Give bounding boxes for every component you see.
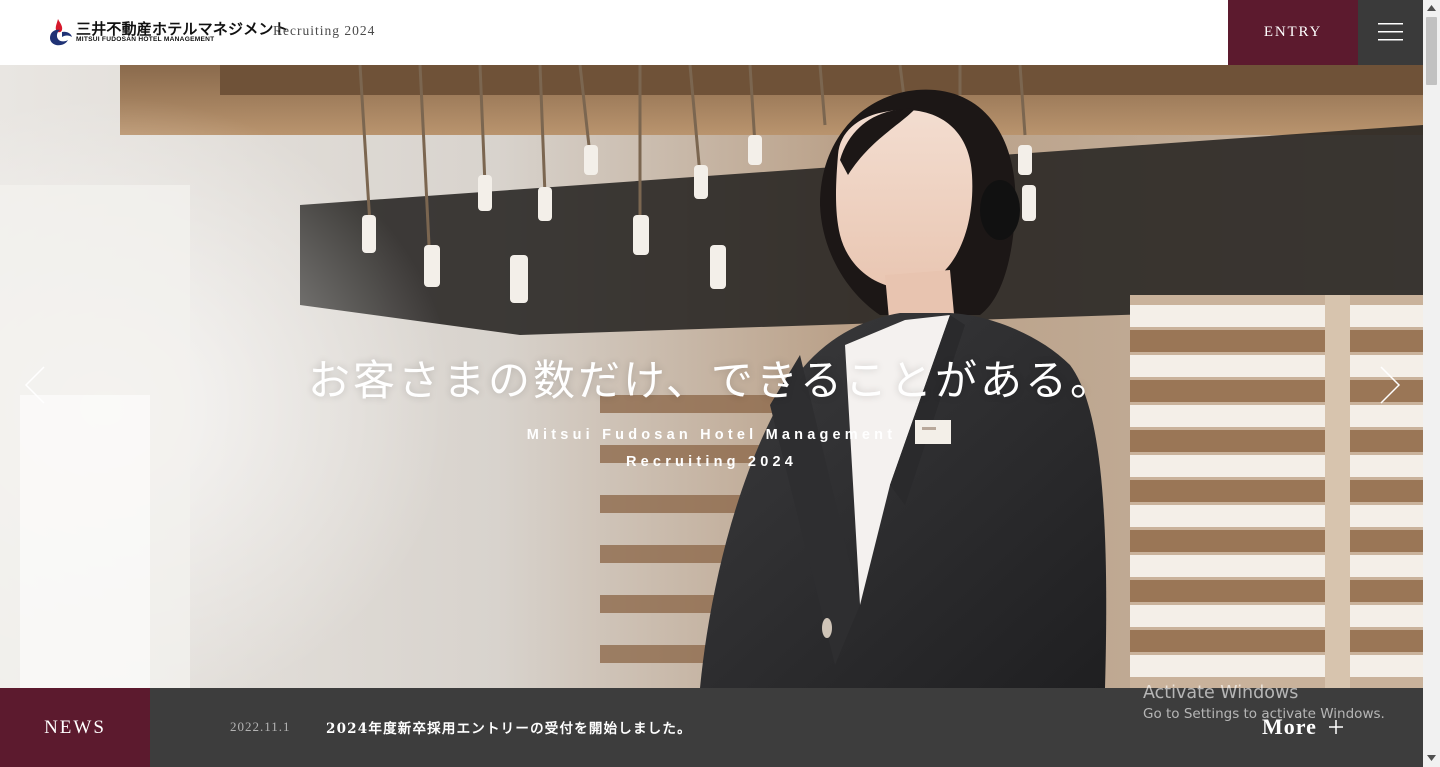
site-header: 三井不動産ホテルマネジメント MITSUI FUDOSAN HOTEL MANA… (0, 0, 1423, 65)
news-more-label: More (1262, 714, 1317, 739)
news-heading: NEWS (0, 688, 150, 767)
scroll-up-button[interactable] (1423, 0, 1440, 17)
slider-next-button[interactable] (1377, 365, 1403, 405)
news-heading-text: NEWS (44, 716, 106, 738)
chevron-right-icon (1380, 366, 1401, 404)
scroll-up-arrow-icon (1427, 5, 1436, 11)
hero-subtitle-recruiting: Recruiting 2024 (626, 454, 797, 470)
news-more-link[interactable]: More (1262, 712, 1343, 742)
news-date: 2022.11.1 (230, 719, 291, 734)
plus-icon (1328, 720, 1343, 734)
hero-slider: お客さまの数だけ、できることがある。 Mitsui Fudosan Hotel … (0, 65, 1423, 688)
menu-button[interactable] (1358, 0, 1423, 65)
logo-english-text: MITSUI FUDOSAN HOTEL MANAGEMENT (76, 36, 215, 43)
recruiting-year-label: Recruiting 2024 (273, 23, 376, 38)
hero-subtitle-company: Mitsui Fudosan Hotel Management (526, 427, 897, 443)
scroll-down-button[interactable] (1423, 750, 1440, 767)
page-scrollbar[interactable] (1423, 0, 1440, 767)
entry-button[interactable]: ENTRY (1228, 0, 1358, 65)
news-item-link[interactable]: 2024年度新卒採用エントリーの受付を開始しました。 (326, 717, 692, 737)
chevron-left-icon (24, 366, 45, 404)
entry-button-label: ENTRY (1263, 24, 1323, 40)
hero-catchcopy: お客さまの数だけ、できることがある。 (307, 356, 1116, 405)
logo-mark-icon (50, 19, 72, 46)
scrollbar-thumb[interactable] (1426, 17, 1437, 85)
news-bar: NEWS 2022.11.1 2024年度新卒採用エントリーの受付を開始しました… (0, 688, 1423, 767)
hamburger-menu-icon (1378, 23, 1403, 41)
scroll-down-arrow-icon (1427, 755, 1436, 761)
slider-prev-button[interactable] (22, 365, 48, 405)
company-logo[interactable]: 三井不動産ホテルマネジメント MITSUI FUDOSAN HOTEL MANA… (48, 16, 289, 48)
